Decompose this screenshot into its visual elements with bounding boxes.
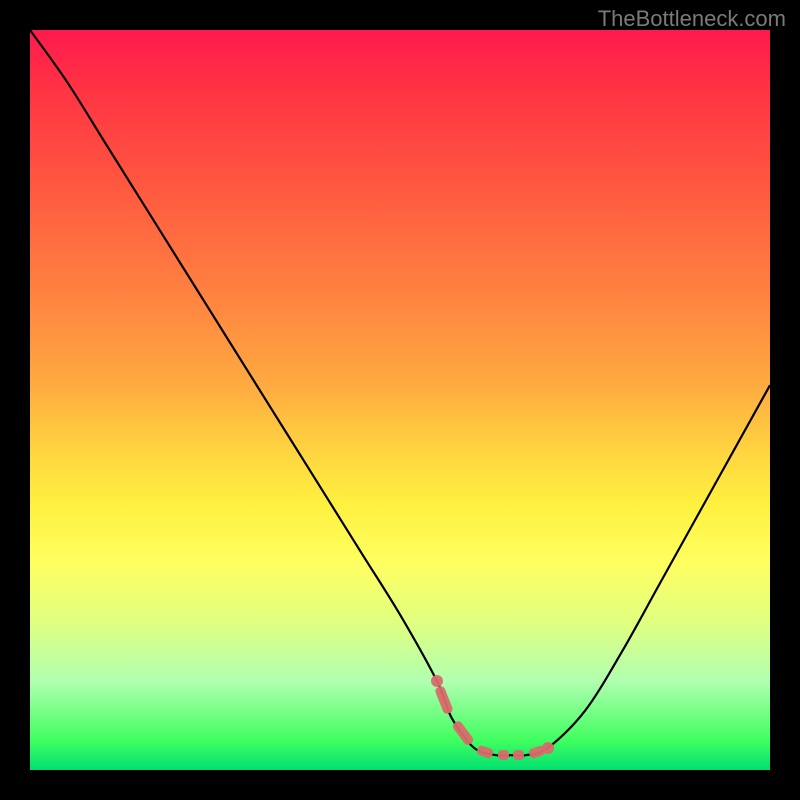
highlight-dot	[542, 742, 554, 754]
highlight-dot	[513, 750, 523, 760]
highlight-dot	[435, 685, 455, 715]
bottleneck-curve	[30, 30, 770, 770]
attribution-label: TheBottleneck.com	[598, 6, 786, 32]
highlight-dot	[476, 744, 495, 759]
highlight-dot	[451, 720, 475, 747]
plot-area	[30, 30, 770, 770]
highlight-dot	[498, 750, 508, 760]
